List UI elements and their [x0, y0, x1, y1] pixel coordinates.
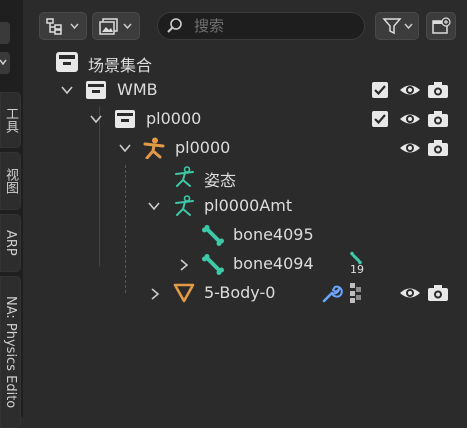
view-layer-dropdown[interactable]	[92, 12, 140, 40]
search-input[interactable]	[192, 16, 346, 36]
mesh-object-icon	[173, 283, 195, 303]
chevron-down-icon[interactable]	[60, 84, 74, 96]
tab-tools-label: 工具	[3, 107, 18, 133]
tree-row-bone4094[interactable]: bone4094 19	[25, 250, 467, 279]
collection-box-icon	[115, 110, 135, 128]
eye-icon[interactable]	[399, 81, 421, 99]
collection-box-icon	[86, 81, 106, 99]
tree-row-armature-data[interactable]: pl0000Amt	[25, 192, 467, 221]
chevron-down-icon	[70, 23, 79, 30]
armature-data-icon	[175, 195, 194, 216]
tree-row-pose[interactable]: 姿态	[25, 163, 467, 192]
eye-icon[interactable]	[399, 139, 421, 157]
sidebar-strip: 工具 视图 ARP NA: Physics Edito	[0, 0, 23, 428]
wmb-label: WMB	[117, 80, 158, 99]
sidebar-toggle-button[interactable]	[0, 22, 10, 44]
tab-view[interactable]: 视图	[0, 152, 21, 210]
tab-view-label: 视图	[3, 168, 18, 194]
search-icon	[167, 18, 182, 33]
tree-row-mesh[interactable]: 5-Body-0	[25, 279, 467, 308]
pl0000-armature-label: pl0000	[175, 138, 231, 157]
outliner-tree-icon	[46, 18, 62, 35]
armature-object-icon	[143, 137, 165, 159]
display-mode-dropdown[interactable]	[39, 12, 87, 40]
camera-icon[interactable]	[427, 110, 449, 128]
pose-icon	[175, 166, 194, 187]
chevron-down-icon	[404, 23, 413, 30]
bone4094-label: bone4094	[233, 254, 314, 273]
tree-row-scene-collection[interactable]: 场景集合	[25, 48, 467, 77]
chevron-down-icon[interactable]	[118, 142, 132, 154]
vertex-group-icon[interactable]	[348, 282, 364, 304]
collection-box-icon	[56, 52, 78, 72]
sidebar-dropdown-button[interactable]	[0, 52, 10, 74]
pl0000-collection-label: pl0000	[146, 109, 202, 128]
tab-physics-editor-label: NA: Physics Edito	[3, 295, 18, 409]
eye-icon[interactable]	[399, 110, 421, 128]
chevron-right-icon[interactable]	[149, 287, 161, 301]
wrench-icon[interactable]	[321, 283, 343, 303]
tab-arp-label: ARP	[3, 230, 18, 256]
tab-tools[interactable]: 工具	[0, 92, 21, 148]
filter-dropdown[interactable]	[375, 12, 419, 40]
checkbox-checked-icon[interactable]	[371, 81, 389, 99]
pose-label: 姿态	[204, 171, 237, 190]
mesh-label: 5-Body-0	[204, 283, 276, 302]
camera-icon[interactable]	[427, 284, 449, 302]
chevron-down-icon	[0, 59, 7, 66]
tree-row-wmb[interactable]: WMB	[25, 76, 467, 105]
chevron-down-icon	[123, 23, 132, 30]
checkbox-checked-icon[interactable]	[371, 110, 389, 128]
camera-icon[interactable]	[427, 81, 449, 99]
image-icon	[99, 18, 118, 35]
tab-physics-editor[interactable]: NA: Physics Edito	[0, 276, 21, 428]
armature-data-label: pl0000Amt	[204, 196, 293, 215]
outliner-header	[25, 8, 467, 44]
bone-icon	[202, 225, 224, 246]
search-field[interactable]	[157, 12, 365, 40]
scene-collection-label: 场景集合	[88, 56, 153, 75]
eye-icon[interactable]	[399, 284, 421, 302]
new-collection-icon	[432, 17, 451, 34]
tree-row-pl0000-armature[interactable]: pl0000	[25, 134, 467, 163]
bone-icon	[202, 254, 224, 275]
camera-icon[interactable]	[427, 139, 449, 157]
chevron-right-icon[interactable]	[178, 258, 190, 272]
new-collection-button[interactable]	[426, 12, 456, 40]
tree-row-bone4095[interactable]: bone4095	[25, 221, 467, 250]
tab-arp[interactable]: ARP	[0, 214, 21, 272]
bone4095-label: bone4095	[233, 225, 314, 244]
child-bone-count: 19	[350, 263, 364, 276]
filter-icon	[382, 18, 402, 35]
chevron-down-icon[interactable]	[147, 200, 161, 212]
tree-row-pl0000-collection[interactable]: pl0000	[25, 105, 467, 134]
chevron-down-icon[interactable]	[89, 113, 103, 125]
